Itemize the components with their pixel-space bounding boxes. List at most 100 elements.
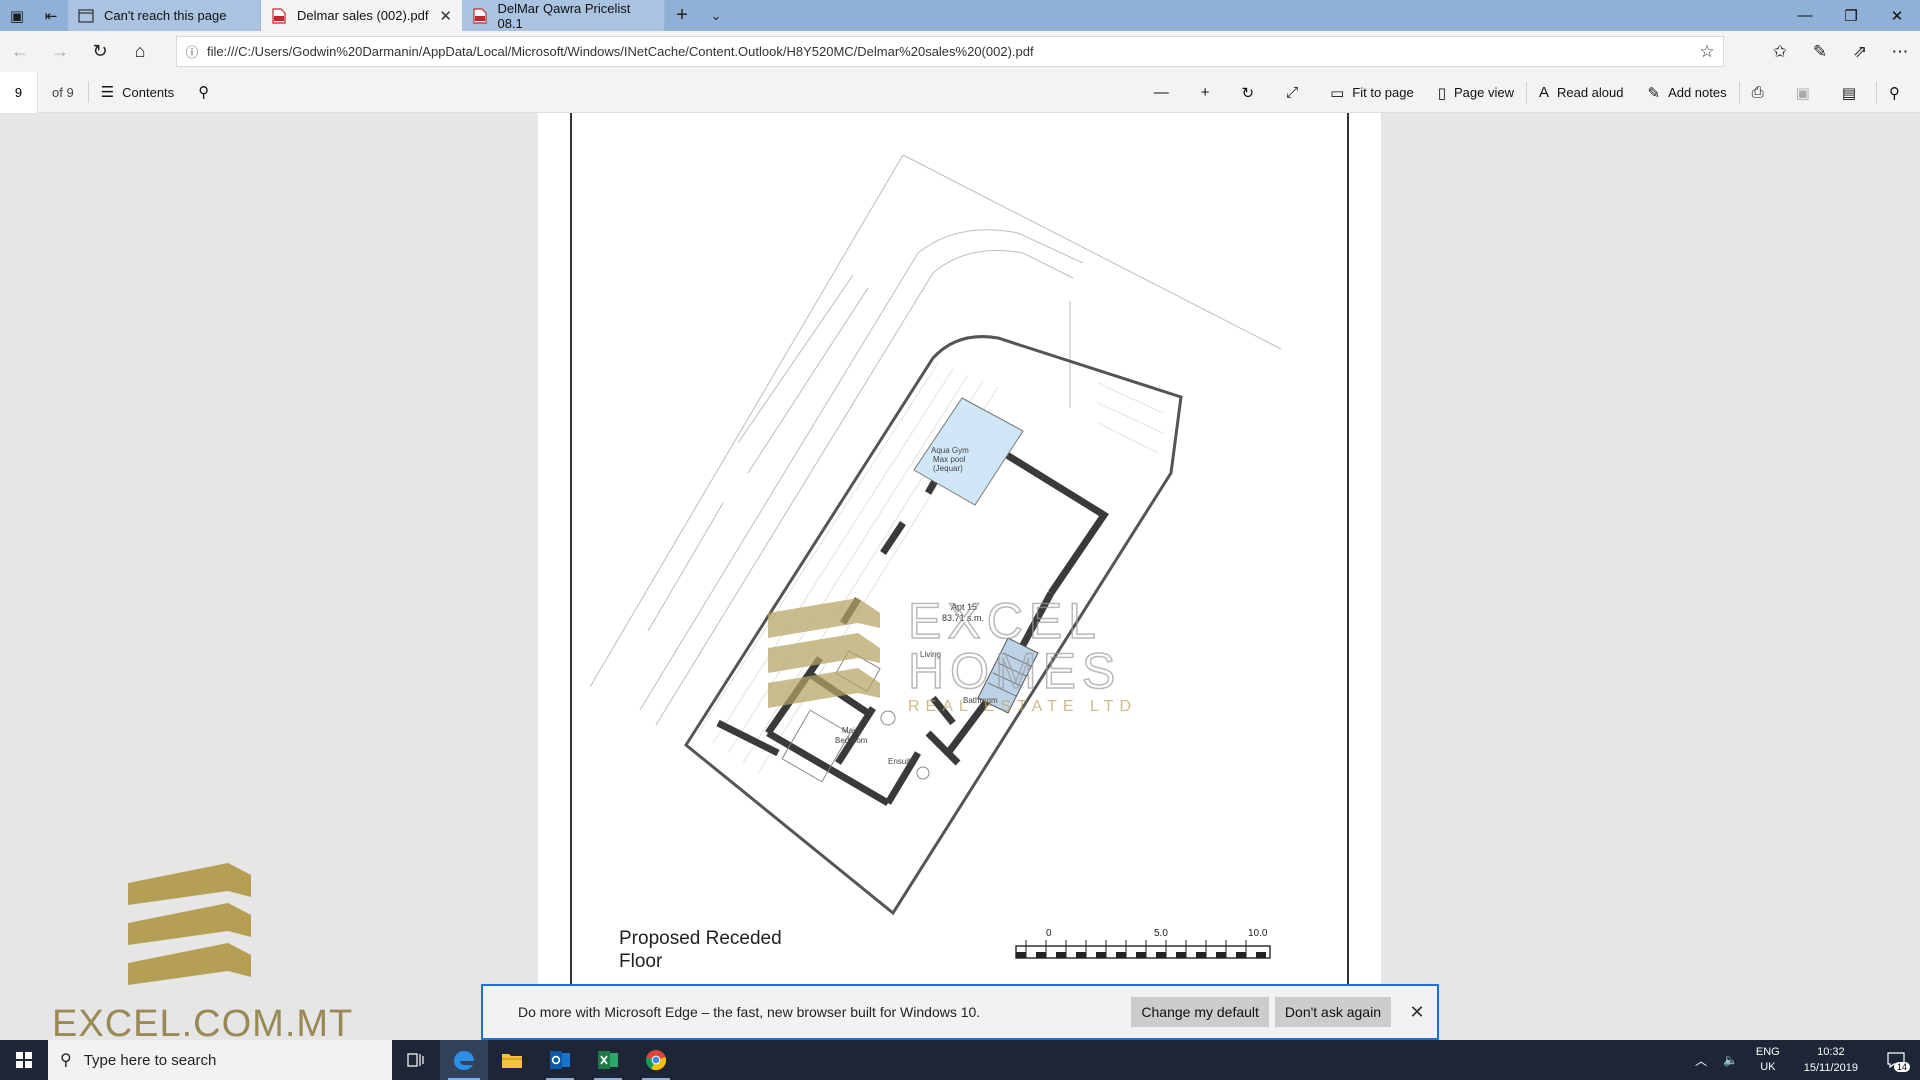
caption-line-1: Proposed Receded <box>619 928 782 949</box>
pdf-viewport[interactable]: Aqua Gym Max pool (Jequar) Living Bathro… <box>0 113 1920 1040</box>
search-icon: ⚲ <box>198 84 210 101</box>
scale-label: 10.0 <box>1248 928 1268 939</box>
close-notification-icon[interactable]: ✕ <box>1397 1002 1437 1023</box>
pin-toolbar-button[interactable]: ⚲ <box>1877 72 1920 113</box>
add-notes-button[interactable]: ✎ Add notes <box>1635 72 1738 113</box>
pen-icon: ✎ <box>1647 84 1661 102</box>
tab-delmar-pricelist[interactable]: DelMar Qawra Pricelist 08.1 <box>462 0 665 31</box>
show-hidden-icons-chevron-icon[interactable]: ︿ <box>1687 1052 1715 1069</box>
task-view-icon[interactable] <box>392 1040 440 1080</box>
excel-logo-watermark <box>128 863 253 992</box>
pen-icon[interactable]: ✎ <box>1800 31 1840 72</box>
print-button[interactable]: ⎙ <box>1740 72 1784 113</box>
url-text[interactable]: file:///C:/Users/Godwin%20Darmanin/AppDa… <box>207 44 1691 59</box>
minus-icon: — <box>1153 84 1169 101</box>
read-aloud-button[interactable]: A Read aloud <box>1527 72 1636 113</box>
tab-label: DelMar Qawra Pricelist 08.1 <box>497 0 631 31</box>
clock-time: 10:32 <box>1817 1046 1845 1058</box>
page-view-label: Page view <box>1453 85 1514 100</box>
action-center-icon[interactable]: 14 <box>1872 1040 1920 1080</box>
zoom-in-button[interactable]: + <box>1189 72 1230 113</box>
scale-label: 0 <box>1046 928 1052 939</box>
chrome-icon[interactable] <box>632 1040 680 1080</box>
refresh-icon[interactable]: ↻ <box>80 31 120 72</box>
restore-icon[interactable]: ❐ <box>1828 0 1874 31</box>
outlook-icon[interactable] <box>536 1040 584 1080</box>
pdf-page: Aqua Gym Max pool (Jequar) Living Bathro… <box>538 113 1381 1040</box>
search-icon: ⚲ <box>60 1052 72 1069</box>
save-as-button[interactable]: ▤ <box>1830 72 1876 113</box>
file-explorer-icon[interactable] <box>488 1040 536 1080</box>
clock-date: 15/11/2019 <box>1803 1062 1858 1074</box>
new-tab-icon[interactable]: + <box>665 0 699 31</box>
taskbar-search-box[interactable]: ⚲ Type here to search <box>48 1040 392 1080</box>
room-label: Ensuite <box>888 757 915 766</box>
floor-plan-drawing: Aqua Gym Max pool (Jequar) Living Bathro… <box>589 154 1282 916</box>
favorites-icon[interactable]: ✩ <box>1760 31 1800 72</box>
lang-line-2: UK <box>1760 1061 1776 1073</box>
page-total: of 9 <box>52 84 74 100</box>
room-label: Aqua Gym <box>931 446 969 455</box>
save-icon: ▣ <box>1795 84 1810 102</box>
page-number-input[interactable]: 9 <box>0 71 38 113</box>
watermark-line-1: EXCEL <box>908 593 1102 649</box>
read-aloud-icon: A <box>1538 84 1549 101</box>
rotate-button[interactable]: ↻ <box>1230 72 1275 113</box>
minimize-icon[interactable]: — <box>1782 0 1828 31</box>
info-icon[interactable]: ⓘ <box>177 42 207 61</box>
tab-preview-chevron-icon[interactable]: ⌄ <box>699 0 733 31</box>
scale-label: 5.0 <box>1154 928 1168 939</box>
more-icon[interactable]: ⋯ <box>1880 31 1920 72</box>
close-window-icon[interactable]: ✕ <box>1874 0 1920 31</box>
search-placeholder: Type here to search <box>83 1051 217 1069</box>
plan-caption: Proposed Receded Floor <box>619 927 782 973</box>
list-icon: ☰ <box>100 84 115 101</box>
change-default-button[interactable]: Change my default <box>1131 997 1269 1027</box>
navigation-bar: ← → ↻ ⌂ ⓘ file:///C:/Users/Godwin%20Darm… <box>0 31 1920 72</box>
tab-manager-icon[interactable]: ▣ <box>0 0 34 31</box>
save-button[interactable]: ▣ <box>1784 72 1830 113</box>
watermark-line-3: REAL ESTATE LTD <box>908 698 1137 715</box>
home-icon[interactable]: ⌂ <box>120 31 160 72</box>
edge-app-icon[interactable] <box>440 1040 488 1080</box>
excel-icon[interactable] <box>584 1040 632 1080</box>
zoom-out-button[interactable]: — <box>1142 72 1189 113</box>
page-view-button[interactable]: ▯ Page view <box>1426 72 1526 113</box>
fit-to-page-button[interactable]: ▭ Fit to page <box>1318 72 1426 113</box>
favorite-star-icon[interactable]: ☆ <box>1691 42 1723 62</box>
contents-button[interactable]: ☰ Contents <box>89 72 187 113</box>
windows-start-icon[interactable] <box>0 1040 48 1080</box>
close-tab-icon[interactable]: ✕ <box>439 7 452 25</box>
excel-homes-watermark: EXCEL HOMES REAL ESTATE LTD <box>768 592 1148 726</box>
tab-bar: ▣ ⇤ Can't reach this page Delmar sales (… <box>0 0 1920 31</box>
contents-label: Contents <box>122 84 175 100</box>
tab-label: Can't reach this page <box>104 8 227 23</box>
tab-label: Delmar sales (002).pdf <box>297 8 429 23</box>
volume-muted-icon[interactable]: 🔈 <box>1715 1053 1746 1067</box>
expand-icon: ⤢ <box>1286 84 1299 101</box>
pin-icon: ⚲ <box>1889 84 1900 102</box>
pdf-toolbar: 9 of 9 ☰ Contents ⚲ — + ↻ ⤢ ▭ Fit to pag… <box>0 71 1920 113</box>
set-tabs-aside-icon[interactable]: ⇤ <box>34 0 68 31</box>
clock[interactable]: 10:32 15/11/2019 <box>1790 1044 1872 1076</box>
page-icon <box>78 8 94 24</box>
pdf-icon <box>472 7 487 24</box>
tab-cant-reach[interactable]: Can't reach this page <box>68 0 261 31</box>
back-icon[interactable]: ← <box>0 31 40 72</box>
tab-delmar-sales[interactable]: Delmar sales (002).pdf ✕ <box>261 0 462 31</box>
edge-notification-bar: Do more with Microsoft Edge – the fast, … <box>481 984 1439 1040</box>
print-icon: ⎙ <box>1751 84 1764 101</box>
share-icon[interactable]: ⇗ <box>1840 31 1880 72</box>
taskbar: ⚲ Type here to search ︿ 🔈 ENG UK 10:32 1… <box>0 1040 1920 1080</box>
fit-page-icon: ▭ <box>1330 84 1345 102</box>
address-bar[interactable]: ⓘ file:///C:/Users/Godwin%20Darmanin/App… <box>176 36 1724 67</box>
dont-ask-again-button[interactable]: Don't ask again <box>1274 997 1391 1027</box>
fullscreen-button[interactable]: ⤢ <box>1274 72 1318 113</box>
save-as-icon: ▤ <box>1841 84 1856 102</box>
language-indicator[interactable]: ENG UK <box>1746 1045 1790 1075</box>
search-button[interactable]: ⚲ <box>186 72 229 113</box>
pdf-icon <box>271 7 287 24</box>
forward-icon[interactable]: → <box>40 31 80 72</box>
page-view-icon: ▯ <box>1437 84 1446 102</box>
notification-count-badge: 14 <box>1893 1062 1910 1072</box>
